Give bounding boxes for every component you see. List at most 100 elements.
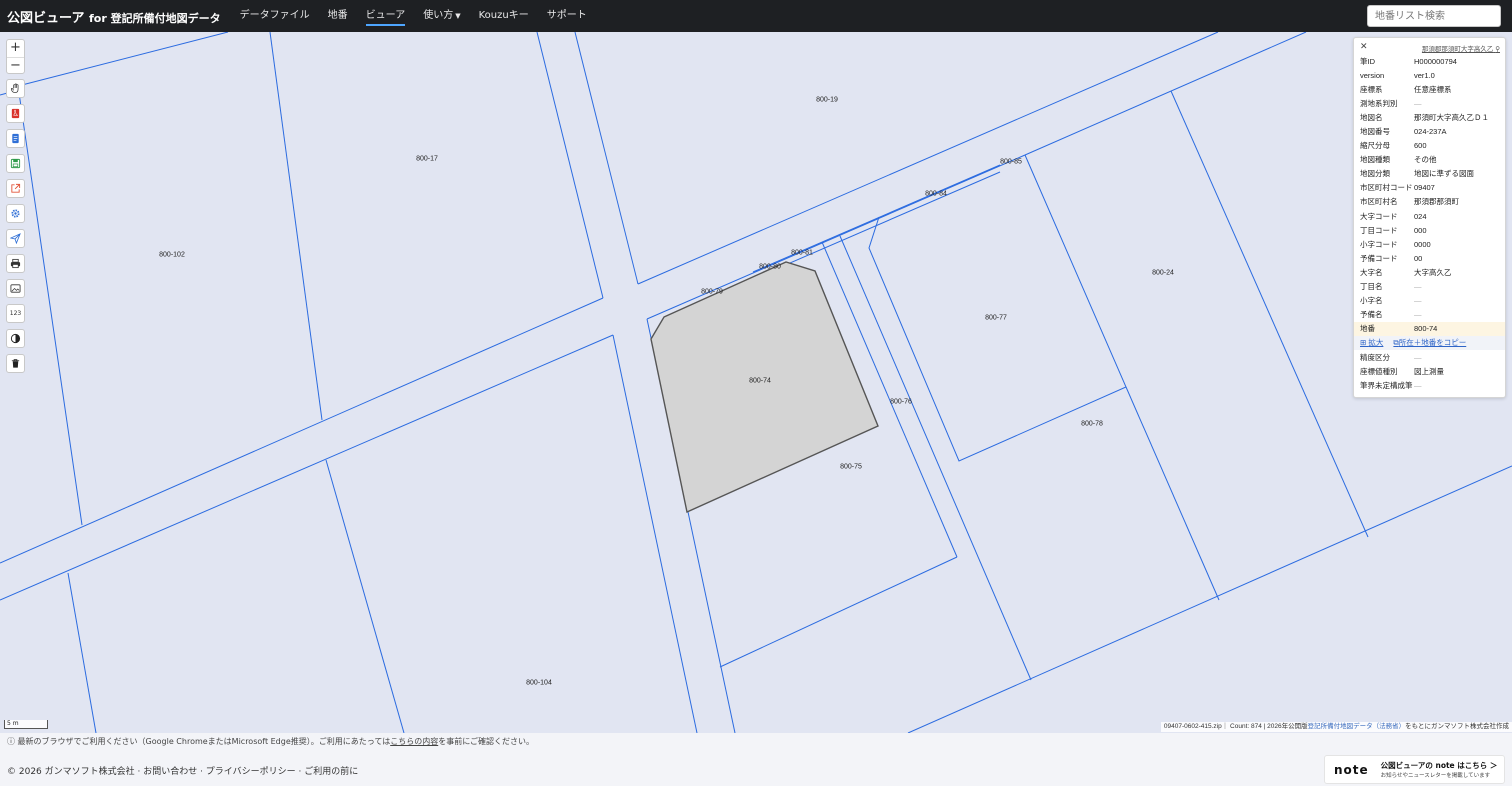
nav-viewer[interactable]: ビューア (365, 0, 405, 32)
footer-copyright[interactable]: © 2026 ガンマソフト株式会社 · お問い合わせ · プライバシーポリシー … (7, 764, 358, 777)
send-button[interactable] (6, 229, 25, 248)
document-button[interactable] (6, 129, 25, 148)
copy-address-link[interactable]: ⧉所在＋地番をコピー (1383, 337, 1466, 348)
attr-key: 精度区分 (1360, 352, 1390, 362)
main-nav: データファイル 地番 ビューア 使い方 ▼ Kouzuキー サポート (240, 0, 605, 32)
print-icon (10, 258, 21, 269)
trash-icon (11, 359, 20, 368)
attr-key: 丁目名 (1360, 282, 1383, 292)
save-button[interactable] (6, 154, 25, 173)
parcel-label: 800-81 (791, 249, 813, 257)
nav-kouzu-key[interactable]: Kouzuキー (479, 0, 529, 32)
attr-value: 00 (1414, 253, 1423, 263)
pin-icon: ⚲ (1495, 46, 1500, 53)
external-link-icon (11, 183, 21, 193)
attr-row-chiban: 地番 800-74 (1354, 321, 1505, 336)
attr-row: 筆ID H000000794 (1354, 54, 1505, 68)
chiban-search-input[interactable] (1367, 5, 1501, 27)
nav-chiban[interactable]: 地番 (328, 0, 348, 32)
attr-value: 図上測量 (1414, 366, 1444, 376)
attr-value: 024-237A (1414, 127, 1447, 137)
attribution-link[interactable]: 登記所備付地図データ（法務省） (1308, 723, 1406, 730)
attr-row: 精度区分 — (1354, 350, 1505, 364)
attr-row: 小字名 — (1354, 294, 1505, 308)
zoom-out-button[interactable]: − (7, 57, 24, 74)
app-title-main: 公図ビューア (7, 10, 85, 26)
parcel-line (269, 32, 323, 421)
parcel-label: 800-85 (1000, 158, 1022, 166)
location-text: 那須郡那須町大字高久乙 (1421, 46, 1494, 53)
attr-key: 座標系 (1360, 84, 1383, 94)
zoom-in-button[interactable]: + (7, 40, 24, 57)
attr-value: 0000 (1414, 239, 1431, 249)
attr-key: 市区町村コード (1360, 183, 1413, 193)
pdf-export-button[interactable] (6, 104, 25, 123)
nav-data-file[interactable]: データファイル (240, 0, 310, 32)
attr-value: その他 (1414, 155, 1437, 165)
attr-key: 小字コード (1360, 239, 1398, 249)
attribute-table: 筆ID H000000794 version ver1.0 座標系 任意座標系 測地系… (1354, 54, 1505, 392)
app-title[interactable]: 公図ビューア for 登記所備付地図データ (7, 7, 221, 26)
road-line (536, 32, 604, 299)
nav-support[interactable]: サポート (547, 0, 587, 32)
panel-actions: ⊞ 拡大 ⧉所在＋地番をコピー (1354, 335, 1505, 350)
attr-key: 大字名 (1360, 267, 1383, 277)
note-banner[interactable]: note 公図ビューアの note はこちら ＞ お知らせやニュースレターを掲載… (1324, 755, 1505, 784)
attr-key: 座標値種別 (1360, 366, 1398, 376)
note-banner-text: 公図ビューアの note はこちら ＞ お知らせやニュースレターを掲載しています (1381, 760, 1498, 779)
settings-button[interactable] (6, 204, 25, 223)
attr-value: — (1414, 296, 1422, 306)
attr-value: 09407 (1414, 183, 1435, 193)
parcel-label: 800-84 (925, 190, 947, 198)
contrast-icon (10, 333, 21, 344)
parcel-line (752, 164, 1001, 273)
close-icon[interactable]: ✕ (1360, 41, 1368, 52)
parcel-label: 800-79 (701, 288, 723, 296)
attr-key: 地図名 (1360, 112, 1383, 122)
attr-key: 筆界未定構成筆 (1360, 380, 1413, 390)
attr-key: 市区町村名 (1360, 197, 1398, 207)
attr-row: 地図名 那須町大字高久乙Ｄ１ (1354, 110, 1505, 124)
attr-key: 地図種類 (1360, 155, 1390, 165)
parcel-line (868, 154, 1127, 462)
attr-value: 800-74 (1414, 324, 1438, 334)
attr-row: 座標値種別 図上測量 (1354, 364, 1505, 378)
attr-key: 地図分類 (1360, 169, 1390, 179)
parcel-line (1170, 90, 1369, 538)
notice-link[interactable]: こちらの内容 (390, 737, 438, 746)
notice-text: ⓘ 最新のブラウザでご利用ください（Google ChromeまたはMicros… (7, 737, 391, 746)
print-button[interactable] (6, 254, 25, 273)
top-navigation-bar: 公図ビューア for 登記所備付地図データ データファイル 地番 ビューア 使い… (0, 0, 1512, 32)
image-export-button[interactable] (6, 279, 25, 298)
parcel-line (67, 572, 97, 733)
location-link[interactable]: 那須郡那須町大字高久乙 ⚲ (1422, 43, 1500, 53)
road-line (1024, 32, 1307, 156)
parcel-line (17, 85, 83, 526)
attr-value: ver1.0 (1414, 70, 1435, 80)
number-toggle-button[interactable]: 123 (6, 304, 25, 323)
note-banner-title: 公図ビューアの note はこちら ＞ (1380, 761, 1498, 770)
attr-key: 縮尺分母 (1360, 141, 1390, 151)
pan-tool-button[interactable] (6, 79, 25, 98)
parcel-label: 800-19 (816, 96, 838, 104)
attr-value: — (1414, 352, 1422, 362)
image-icon (10, 284, 21, 293)
contrast-toggle-button[interactable] (6, 329, 25, 348)
attr-row: 地図番号 024-237A (1354, 124, 1505, 138)
zoom-control: + − (6, 39, 25, 74)
clear-button[interactable] (6, 354, 25, 373)
attribution-suffix: をもとにガンマソフト株式会社作成 (1405, 723, 1509, 730)
browser-notice: ⓘ 最新のブラウザでご利用ください（Google ChromeまたはMicros… (7, 736, 534, 747)
attr-key: 予備名 (1360, 310, 1383, 320)
map-canvas[interactable]: 800-19 800-17 800-102 800-85 800-84 800-… (0, 32, 1512, 733)
parcel-line (1125, 386, 1220, 601)
copy-address-label: 所在＋地番をコピー (1398, 338, 1467, 348)
parcel-label: 800-102 (159, 251, 185, 259)
open-external-button[interactable] (6, 179, 25, 198)
pdf-icon (11, 108, 20, 119)
attr-row: 筆界未定構成筆 — (1354, 378, 1505, 392)
parcel-label: 800-75 (840, 463, 862, 471)
app-title-suffix: for 登記所備付地図データ (89, 11, 221, 25)
nav-how-to-use[interactable]: 使い方 ▼ (423, 0, 460, 32)
zoom-to-parcel-link[interactable]: ⊞ 拡大 (1354, 337, 1383, 348)
